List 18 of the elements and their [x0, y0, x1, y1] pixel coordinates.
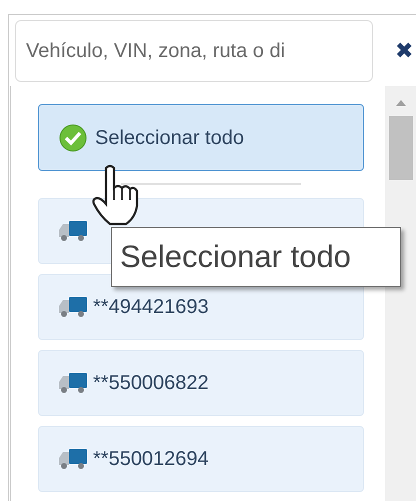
vehicle-id: **494421693 — [93, 295, 209, 320]
scrollbar[interactable] — [385, 86, 416, 501]
vehicle-item[interactable]: **550006822 — [38, 350, 364, 416]
tooltip: Seleccionar todo — [111, 227, 401, 287]
close-button[interactable]: ✖ — [395, 40, 413, 62]
check-circle-icon[interactable] — [59, 124, 87, 152]
truck-icon — [57, 372, 89, 394]
search-field[interactable]: Vehículo, VIN, zona, ruta o di — [15, 20, 373, 82]
truck-icon — [57, 220, 89, 242]
vehicle-id: **550012694 — [93, 447, 209, 472]
truck-icon — [57, 448, 89, 470]
scroll-up-icon[interactable] — [396, 100, 406, 106]
select-all-label: Seleccionar todo — [95, 126, 244, 150]
truck-icon — [57, 296, 89, 318]
select-all-item[interactable]: Seleccionar todo — [38, 104, 364, 171]
vehicle-id: **550006822 — [93, 371, 209, 396]
scrollbar-thumb[interactable] — [388, 116, 413, 180]
vehicle-item[interactable]: **550012694 — [38, 426, 364, 492]
